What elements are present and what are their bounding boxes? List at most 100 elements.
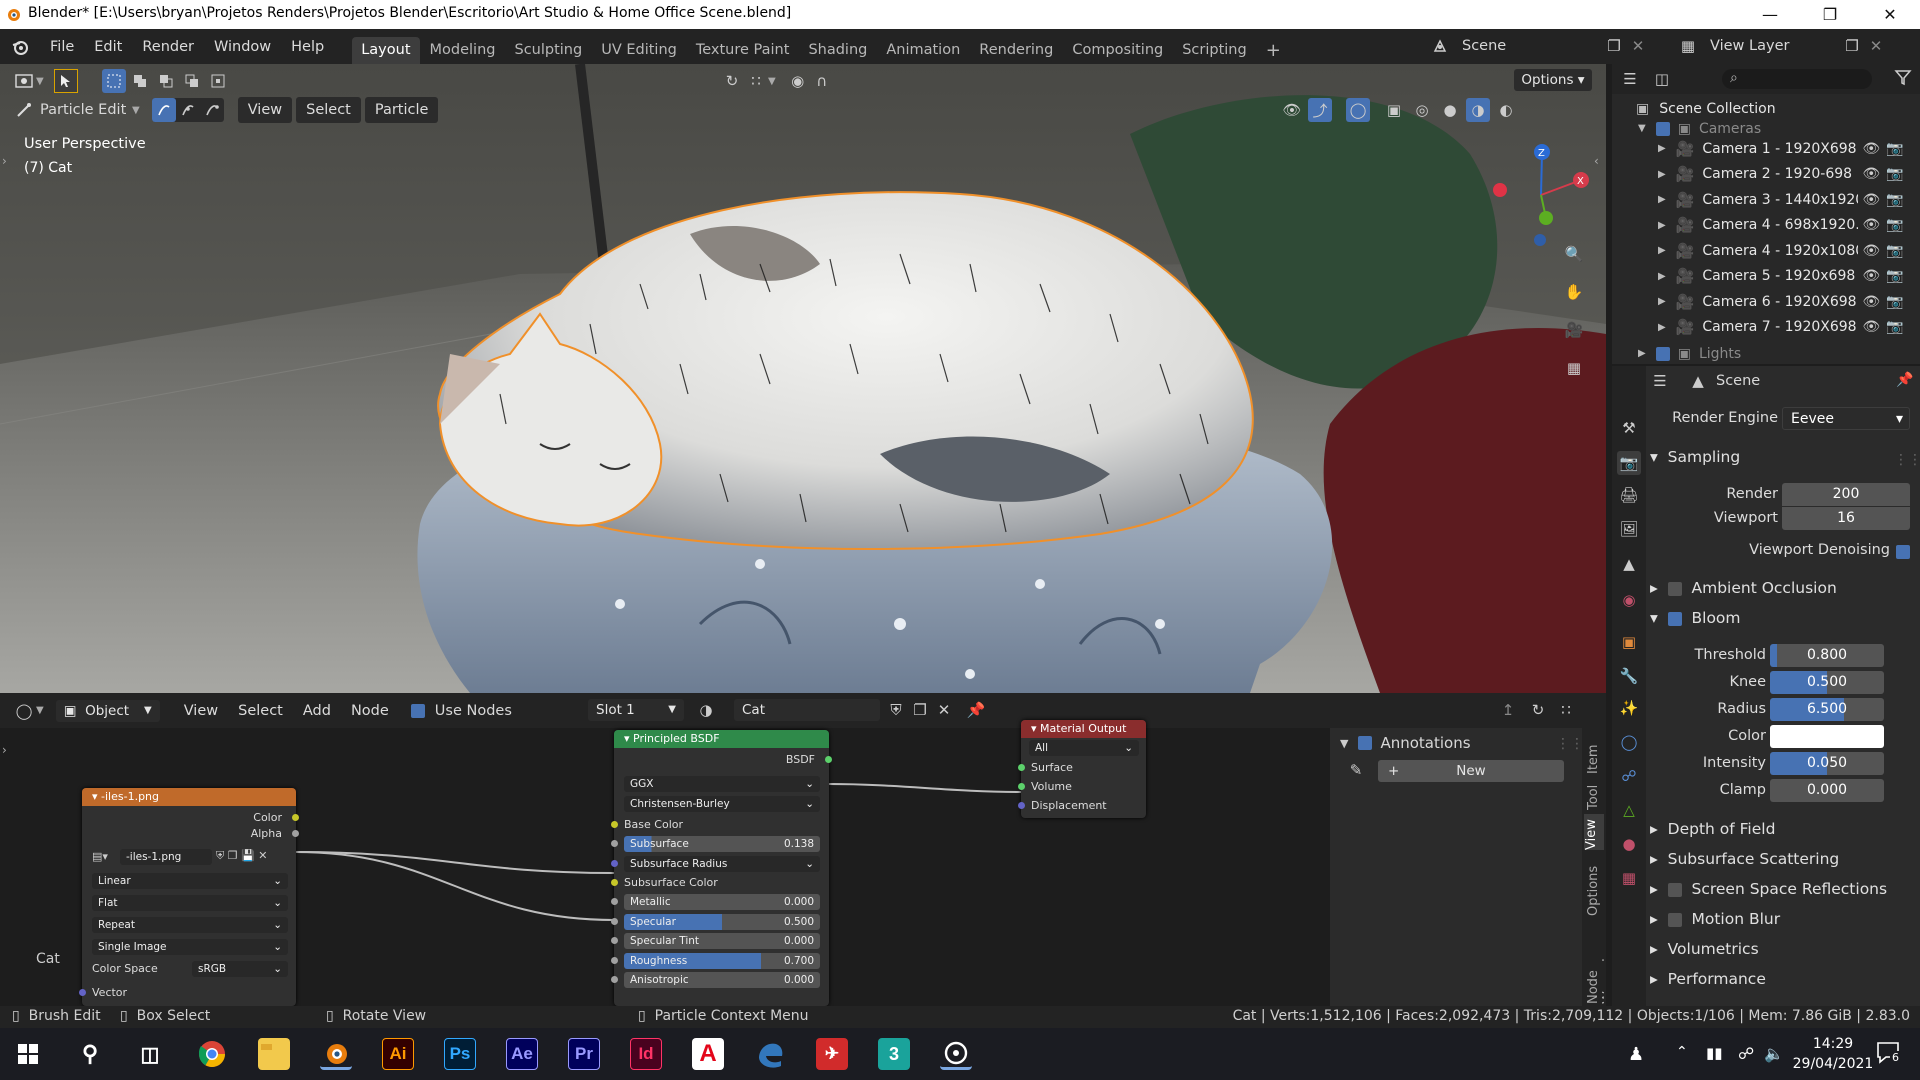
remove-view-layer-icon[interactable]: ✕ — [1864, 34, 1888, 58]
select-box-intersect-icon[interactable] — [206, 69, 230, 93]
sampling-section[interactable]: ▾ Sampling — [1650, 448, 1740, 466]
new-scene-icon[interactable]: ❐ — [1602, 34, 1626, 58]
new-view-layer-icon[interactable]: ❐ — [1840, 34, 1864, 58]
outliner-camera-item[interactable]: ▶ 🎥 Camera 1 - 1920X698 👁 📷 — [1612, 136, 1920, 161]
subsurface-socket[interactable] — [611, 840, 618, 847]
visibility-icon[interactable]: 👁 — [1280, 98, 1304, 122]
bloom-clamp-field[interactable]: 0.000 — [1770, 779, 1884, 802]
color-space-dropdown[interactable]: sRGB ⌄ — [192, 961, 288, 977]
tab-shading[interactable]: Shading — [799, 37, 876, 64]
volumetrics-section[interactable]: ▸ Volumetrics — [1650, 940, 1759, 958]
edge-icon[interactable] — [754, 1038, 786, 1070]
surface-socket[interactable] — [1018, 764, 1025, 771]
tray-chevron-icon[interactable]: ⌃ — [1676, 1044, 1688, 1060]
ambient-occlusion-checkbox[interactable] — [1667, 581, 1682, 596]
taskbar-time[interactable]: 14:29 — [1800, 1036, 1866, 1052]
bloom-checkbox[interactable] — [1667, 611, 1682, 626]
motion-blur-section[interactable]: ▸ Motion Blur — [1650, 910, 1780, 928]
volume-icon[interactable]: 🔈 — [1764, 1044, 1784, 1063]
ambient-occlusion-section[interactable]: ▸ Ambient Occlusion — [1650, 579, 1837, 597]
bloom-threshold-field[interactable]: 0.800 — [1770, 644, 1884, 667]
filter-icon[interactable] — [1894, 68, 1912, 86]
battery-icon[interactable]: ▮▮ — [1706, 1044, 1723, 1062]
material-name-field[interactable]: Cat — [734, 699, 880, 721]
outliner-camera-item[interactable]: ▶ 🎥 Camera 2 - 1920-698 👁 📷 — [1612, 162, 1920, 187]
visibility-eye-icon[interactable]: 👁 — [1862, 141, 1880, 157]
performance-section[interactable]: ▸ Performance — [1650, 970, 1766, 988]
tab-scripting[interactable]: Scripting — [1173, 37, 1255, 64]
notifications-icon[interactable]: 6 — [1876, 1041, 1902, 1065]
alpha-output-socket[interactable] — [292, 830, 299, 837]
transform-pivot-icon[interactable]: ↻ — [720, 69, 744, 93]
node-menu-select[interactable]: Select — [228, 698, 293, 724]
tab-uv-editing[interactable]: UV Editing — [592, 37, 686, 64]
render-camera-icon[interactable]: 📷 — [1886, 294, 1903, 310]
outliner-search-input[interactable]: ⌕ — [1722, 69, 1872, 89]
slot-dropdown[interactable]: Slot 1 ▼ — [588, 699, 684, 721]
vector-input-socket[interactable] — [79, 989, 86, 996]
principled-bsdf-node[interactable]: ▾ Principled BSDF BSDF GGX ⌄ Christensen-… — [611, 730, 832, 1006]
view-layer-name[interactable]: View Layer — [1710, 38, 1840, 54]
xray-icon[interactable]: ▣ — [1382, 98, 1406, 122]
anisotropic-field[interactable]: Anisotropic 0.000 — [624, 972, 820, 988]
add-workspace-icon[interactable]: + — [1257, 37, 1290, 64]
drag-handle-icon[interactable]: ⋮⋮ — [1556, 736, 1584, 752]
falloff-icon[interactable]: ∩ — [810, 69, 834, 93]
task-view-icon[interactable]: ◫ — [134, 1038, 166, 1070]
world-tab-icon[interactable]: ◉ — [1617, 588, 1641, 612]
photoshop-icon[interactable]: Ps — [444, 1038, 476, 1070]
base-color-socket[interactable] — [611, 821, 618, 828]
bloom-radius-field[interactable]: 6.500 — [1770, 698, 1884, 721]
view-layer-selector[interactable]: ▦ View Layer ❐ ✕ — [1676, 34, 1888, 58]
motion-blur-checkbox[interactable] — [1667, 912, 1682, 927]
visibility-eye-icon[interactable]: 👁 — [1862, 166, 1880, 182]
metallic-field[interactable]: Metallic 0.000 — [624, 894, 820, 910]
menu-select[interactable]: Select — [296, 97, 361, 123]
annotations-panel-header[interactable]: ▼ Annotations — [1340, 734, 1471, 752]
app-red-icon[interactable]: ✈ — [816, 1038, 848, 1070]
expand-chevron-icon[interactable]: ▶ — [1658, 322, 1666, 333]
color-output-socket[interactable] — [292, 814, 299, 821]
blender-menu-icon[interactable] — [8, 35, 32, 59]
bloom-knee-field[interactable]: 0.500 — [1770, 671, 1884, 694]
node-menu-add[interactable]: Add — [293, 698, 341, 724]
pin-icon[interactable]: 📌 — [964, 698, 988, 722]
extension-dropdown[interactable]: Repeat ⌄ — [92, 917, 288, 933]
collection-checkbox[interactable] — [1655, 121, 1670, 136]
expand-chevron-icon[interactable]: ▶ — [1638, 348, 1646, 359]
visibility-eye-icon[interactable]: 👁 — [1862, 294, 1880, 310]
windows-start-icon[interactable] — [12, 1038, 44, 1070]
roughness-socket[interactable] — [611, 957, 618, 964]
unlink-material-icon[interactable]: ✕ — [932, 698, 956, 722]
texture-tab-icon[interactable]: ▦ — [1617, 866, 1641, 890]
displacement-socket[interactable] — [1018, 802, 1025, 809]
tab-layout[interactable]: Layout — [352, 37, 420, 64]
use-nodes-checkbox[interactable] — [410, 703, 425, 718]
shader-node-editor[interactable]: ◯ ▼ ▣ Object ▼ View Select Add Node Use N… — [0, 693, 1606, 1006]
sidebar-tab-view[interactable]: View — [1584, 814, 1604, 850]
select-box-extend-icon[interactable] — [128, 69, 152, 93]
material-tab-icon[interactable]: ● — [1617, 832, 1641, 856]
premiere-icon[interactable]: Pr — [568, 1038, 600, 1070]
parent-node-tree-icon[interactable]: ↥ — [1496, 698, 1520, 722]
menu-edit[interactable]: Edit — [84, 34, 132, 60]
outliner-camera-item[interactable]: ▶ 🎥 Camera 7 - 1920X698 👁 📷 — [1612, 315, 1920, 340]
bsdf-output-socket[interactable] — [825, 756, 832, 763]
render-camera-icon[interactable]: 📷 — [1886, 243, 1903, 259]
material-output-header[interactable]: ▾ Material Output — [1021, 720, 1146, 738]
node-editor-type-icon[interactable]: ◯ — [12, 699, 36, 723]
object-shader-type-dropdown[interactable]: ▣ Object ▼ — [55, 699, 160, 722]
outliner-collection-lights[interactable]: ▶ ▣ Lights — [1612, 341, 1920, 366]
snap-element-icon[interactable]: ∷ — [1554, 698, 1578, 722]
expand-chevron-icon[interactable]: ▶ — [1658, 143, 1666, 154]
subsurface-scattering-section[interactable]: ▸ Subsurface Scattering — [1650, 850, 1839, 868]
scene-tab-icon[interactable]: ▲ — [1617, 552, 1641, 576]
properties-editor-type-icon[interactable]: ☰ — [1648, 369, 1672, 393]
specular-field[interactable]: Specular 0.500 — [624, 914, 820, 930]
menu-view[interactable]: View — [237, 97, 293, 123]
projection-dropdown[interactable]: Flat ⌄ — [92, 895, 288, 911]
render-camera-icon[interactable]: 📷 — [1886, 319, 1903, 335]
menu-render[interactable]: Render — [132, 34, 204, 60]
blender-taskbar-icon[interactable] — [320, 1038, 352, 1070]
gizmo-icon[interactable]: ⤴ — [1308, 98, 1332, 122]
